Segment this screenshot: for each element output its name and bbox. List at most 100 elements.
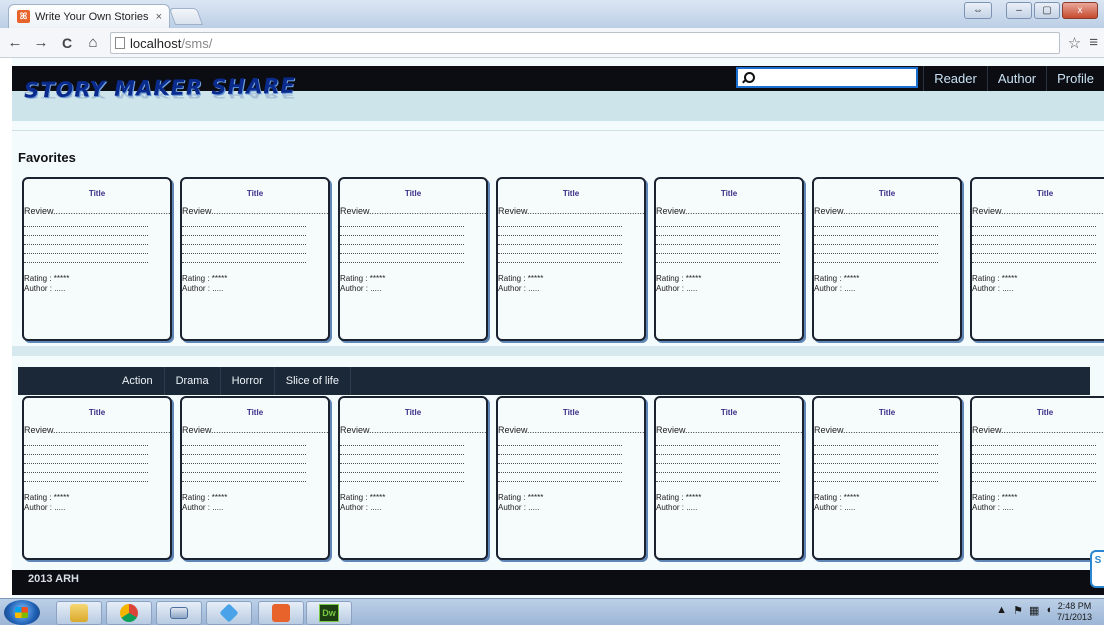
card-rating: Rating : ***** <box>972 274 1018 283</box>
card-author: Author : ..... <box>340 284 382 293</box>
card-review: Review..................................… <box>972 206 1104 216</box>
card-review-lines <box>24 437 148 482</box>
story-card[interactable]: Title Review.............................… <box>338 177 488 341</box>
minimize-button[interactable]: – <box>1006 2 1032 19</box>
story-card[interactable]: Title Review.............................… <box>654 396 804 560</box>
window-extra-button[interactable]: ⇔ <box>964 2 992 19</box>
card-review-lines <box>24 218 148 263</box>
nav-reader[interactable]: Reader <box>923 66 987 91</box>
story-card[interactable]: Title Review.............................… <box>496 177 646 341</box>
home-icon[interactable]: ⌂ <box>82 34 104 51</box>
clock-date: 7/1/2013 <box>1056 612 1092 622</box>
card-author: Author : ..... <box>498 503 540 512</box>
story-card[interactable]: Title Review.............................… <box>970 396 1104 560</box>
story-card[interactable]: Title Review.............................… <box>812 396 962 560</box>
story-card[interactable]: Title Review.............................… <box>22 177 172 341</box>
card-rating: Rating : ***** <box>340 274 386 283</box>
story-card[interactable]: Title Review.............................… <box>338 396 488 560</box>
nav-author[interactable]: Author <box>986 66 1046 91</box>
card-author: Author : ..... <box>182 503 224 512</box>
new-tab-button[interactable] <box>168 8 204 25</box>
tab-close-icon[interactable]: × <box>156 11 162 23</box>
browser-menu-icon[interactable]: ≡ <box>1089 34 1098 52</box>
card-rating: Rating : ***** <box>340 493 386 502</box>
story-card[interactable]: Title Review.............................… <box>496 396 646 560</box>
browser-tabstrip: ꕤ Write Your Own Stories or × ⇔ – ▢ x <box>0 0 1104 28</box>
card-review-lines <box>972 218 1096 263</box>
search-input[interactable] <box>756 69 916 86</box>
volume-icon[interactable]: ◖ <box>1045 604 1052 617</box>
keyboard-icon <box>170 607 188 619</box>
genre-tabs: Action Drama Horror Slice of life <box>18 367 1090 395</box>
dreamweaver-taskbar-button[interactable]: Dw <box>306 601 352 625</box>
chrome-taskbar-button[interactable] <box>106 601 152 625</box>
keyboard-taskbar-button[interactable] <box>156 601 202 625</box>
card-author: Author : ..... <box>498 284 540 293</box>
card-author: Author : ..... <box>814 503 856 512</box>
card-title: Title <box>246 408 264 417</box>
card-review-lines <box>656 218 780 263</box>
card-title: Title <box>720 189 738 198</box>
folder-icon <box>70 604 88 622</box>
card-review: Review..................................… <box>656 425 803 435</box>
card-review: Review..................................… <box>814 206 961 216</box>
card-review: Review..................................… <box>182 206 329 216</box>
dropbox-taskbar-button[interactable] <box>206 601 252 625</box>
bookmark-star-icon[interactable]: ☆ <box>1068 34 1081 52</box>
search-icon <box>741 71 755 84</box>
skype-chat-icon[interactable]: S <box>1090 550 1104 588</box>
card-review-lines <box>182 218 306 263</box>
story-card[interactable]: Title Review.............................… <box>812 177 962 341</box>
card-review: Review..................................… <box>498 425 645 435</box>
chrome-icon <box>120 604 138 622</box>
story-card[interactable]: Title Review.............................… <box>180 396 330 560</box>
card-review-lines <box>340 218 464 263</box>
tray-expand-icon[interactable]: ▲ <box>996 604 1007 617</box>
tab-action[interactable]: Action <box>111 367 165 395</box>
close-window-button[interactable]: x <box>1062 2 1098 19</box>
nav-profile[interactable]: Profile <box>1046 66 1104 91</box>
card-author: Author : ..... <box>182 284 224 293</box>
card-title: Title <box>1036 189 1054 198</box>
card-review: Review..................................… <box>340 206 487 216</box>
page-viewport: Reader Author Profile STORY MAKER SHARE … <box>12 58 1104 598</box>
story-card[interactable]: Title Review.............................… <box>970 177 1104 341</box>
card-title: Title <box>878 189 896 198</box>
tab-slice-of-life[interactable]: Slice of life <box>275 367 351 395</box>
flag-icon[interactable]: ⚑ <box>1013 604 1023 617</box>
card-rating: Rating : ***** <box>24 493 70 502</box>
xampp-taskbar-button[interactable] <box>258 601 304 625</box>
story-card[interactable]: Title Review.............................… <box>22 396 172 560</box>
card-rating: Rating : ***** <box>24 274 70 283</box>
site-search[interactable] <box>736 67 918 88</box>
card-review: Review..................................… <box>498 206 645 216</box>
card-review: Review..................................… <box>182 425 329 435</box>
reload-icon[interactable]: C <box>56 35 78 51</box>
system-clock[interactable]: 2:48 PM 7/1/2013 <box>1057 601 1092 623</box>
start-button[interactable] <box>4 600 40 625</box>
tab-horror[interactable]: Horror <box>221 367 275 395</box>
address-bar[interactable]: localhost/sms/ <box>110 32 1060 54</box>
favorites-heading: Favorites <box>18 150 76 165</box>
network-icon[interactable]: ▦ <box>1029 604 1039 617</box>
card-author: Author : ..... <box>340 503 382 512</box>
site-footer: 2013 ARH <box>12 570 1104 595</box>
forward-icon[interactable]: → <box>30 34 52 51</box>
card-title: Title <box>404 408 422 417</box>
explorer-taskbar-button[interactable] <box>56 601 102 625</box>
browser-tab[interactable]: ꕤ Write Your Own Stories or × <box>8 4 170 28</box>
tab-drama[interactable]: Drama <box>165 367 221 395</box>
card-author: Author : ..... <box>24 503 66 512</box>
card-title: Title <box>720 408 738 417</box>
card-rating: Rating : ***** <box>814 493 860 502</box>
card-review-lines <box>814 437 938 482</box>
story-card[interactable]: Title Review.............................… <box>654 177 804 341</box>
maximize-button[interactable]: ▢ <box>1034 2 1060 19</box>
card-review: Review..................................… <box>814 425 961 435</box>
card-rating: Rating : ***** <box>656 274 702 283</box>
card-rating: Rating : ***** <box>498 493 544 502</box>
card-review-lines <box>814 218 938 263</box>
card-title: Title <box>88 189 106 198</box>
back-icon[interactable]: ← <box>4 34 26 51</box>
story-card[interactable]: Title Review.............................… <box>180 177 330 341</box>
